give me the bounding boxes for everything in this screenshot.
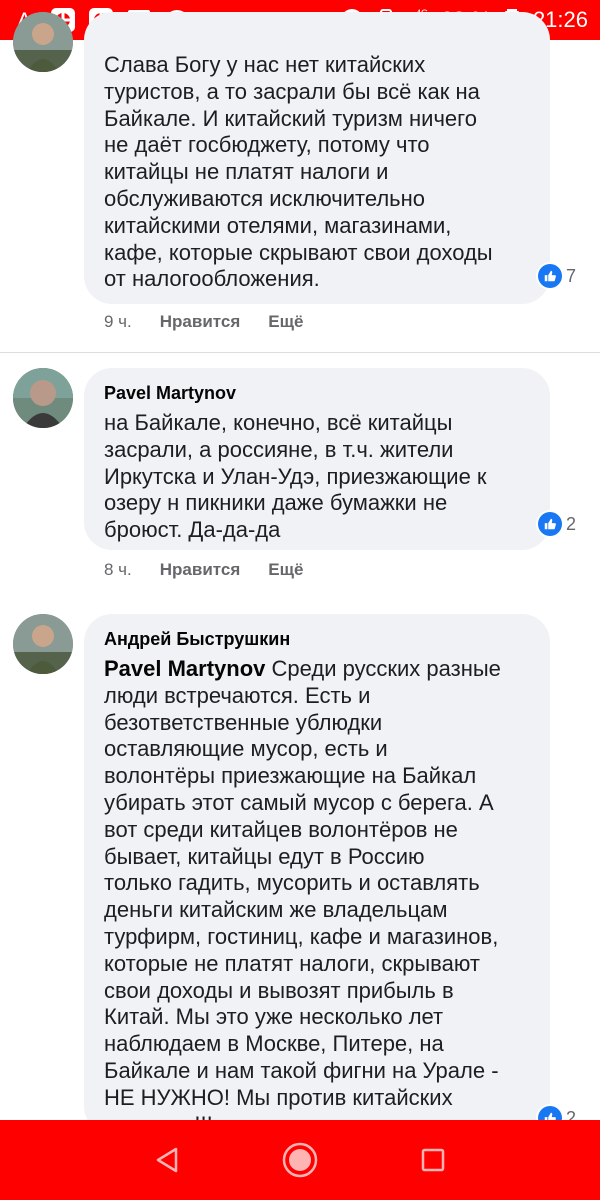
like-button[interactable]: Нравится [160,560,241,580]
reaction-number: 7 [565,265,576,286]
more-button[interactable]: Ещё [268,312,303,332]
reaction-number: 2 [565,513,576,534]
divider [0,352,600,353]
recents-square-icon[interactable] [411,1138,455,1182]
more-button[interactable]: Ещё [268,560,303,580]
comment-author[interactable]: Андрей Быструшкин [104,628,530,650]
avatar[interactable] [13,368,73,428]
comment-text: Pavel Martynov Среди русских разные люди… [104,656,501,1137]
home-circle-icon[interactable] [278,1138,322,1182]
avatar[interactable] [13,12,73,72]
reaction-count[interactable]: 7 [535,262,580,290]
comment-time[interactable]: 9 ч. [104,312,132,332]
comment-bubble: Андрей Быструшкин Pavel Martynov Среди р… [84,614,580,1137]
comment-bubble: Андрей Быструшкин Слава Богу у нас нет к… [84,12,580,304]
reaction-count[interactable]: 2 [535,510,580,538]
comment-text: Слава Богу у нас нет китайских туристов,… [104,52,493,292]
comment-time[interactable]: 8 ч. [104,560,132,580]
comment-actions: 8 ч. Нравится Ещё [104,560,303,580]
comment-author[interactable]: Андрей Быструшкин [104,28,290,50]
comment-bubble: Pavel Martynov на Байкале, конечно, всё … [84,368,580,550]
like-icon [537,512,562,536]
like-icon [537,264,562,288]
avatar[interactable] [13,614,73,674]
comment-author[interactable]: Pavel Martynov [104,382,530,404]
navigation-bar [0,1120,600,1200]
like-button[interactable]: Нравится [160,312,241,332]
mention-link[interactable]: Pavel Martynov [104,656,265,681]
back-triangle-icon[interactable] [145,1138,189,1182]
comment-actions: 9 ч. Нравится Ещё [104,312,303,332]
comment-text: на Байкале, конечно, всё китайцы засрали… [104,410,487,543]
